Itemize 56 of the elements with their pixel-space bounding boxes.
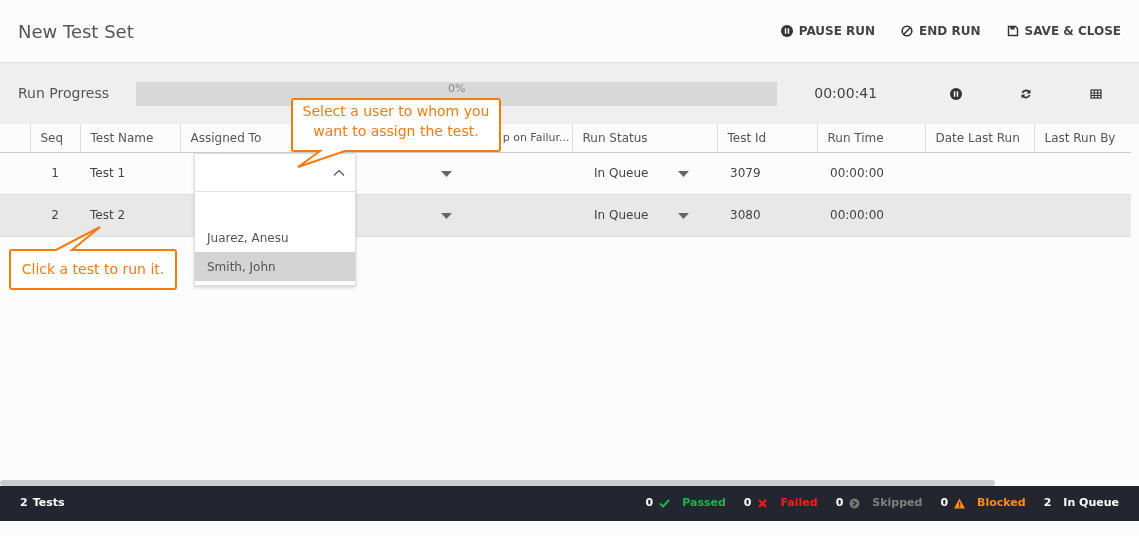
callout-tooltip: Click a test to run it. [8, 224, 178, 291]
stat-count: 0 [940, 495, 949, 512]
action-button[interactable]: PAUSE RUN [780, 22, 876, 40]
user-dropdown[interactable]: Juarez, Anesu Smith, John [194, 153, 356, 286]
dropdown-option[interactable]: Juarez, Anesu [195, 223, 355, 252]
table-cell: 1 [30, 152, 80, 194]
stat-count: 0 [743, 495, 752, 512]
column-header[interactable]: Date Last Run [925, 124, 1034, 152]
scrollbar[interactable] [0, 480, 995, 486]
stat-count: 2 [1043, 495, 1052, 512]
table-cell: 3079 [717, 152, 817, 194]
stat-label: Passed [682, 495, 726, 512]
pause-icon[interactable] [950, 87, 962, 100]
dropdown-caret-icon[interactable] [678, 170, 690, 177]
column-header[interactable]: Test Name [80, 124, 180, 152]
table-cell: 00:00:00 [817, 194, 925, 236]
cross-icon [757, 498, 769, 509]
run-status: In Queue [594, 208, 649, 222]
callout-tooltip: Select a user to whom you want to assign the test. [290, 97, 502, 169]
action-button[interactable]: END RUN [901, 22, 981, 40]
stat-label: Skipped [872, 495, 923, 512]
check-icon [659, 498, 671, 509]
test-name: Test 1 [80, 152, 180, 194]
test-count: 2 [20, 495, 28, 512]
progress-label: Run Progress [18, 84, 111, 103]
dropdown-caret-icon[interactable] [441, 170, 452, 177]
stat-count: 0 [835, 495, 844, 512]
pause-icon [780, 25, 793, 37]
arrow-circle-icon [849, 498, 861, 509]
elapsed-time: 00:00:41 [814, 84, 879, 103]
stop-icon [901, 25, 914, 37]
stat-label: In Queue [1063, 495, 1119, 512]
column-header[interactable]: Test Id [717, 124, 817, 152]
column-header[interactable]: Seq [30, 124, 80, 152]
table-cell: 3080 [717, 194, 817, 236]
table-cell: 2 [30, 194, 80, 236]
column-header[interactable]: Last Run By [1034, 124, 1131, 152]
test-name: Test 2 [80, 194, 180, 236]
warning-icon [954, 498, 966, 509]
chevron-up-icon[interactable] [333, 169, 345, 176]
refresh-icon[interactable] [1020, 87, 1032, 100]
dropdown-caret-icon[interactable] [678, 212, 690, 219]
column-header[interactable]: Run Time [817, 124, 925, 152]
table-cell: 00:00:00 [817, 152, 925, 194]
stat-label: Blocked [977, 495, 1026, 512]
save-icon [1006, 25, 1019, 37]
run-status: In Queue [594, 166, 649, 180]
dropdown-caret-icon[interactable] [441, 212, 452, 219]
grid-icon[interactable] [1090, 87, 1102, 100]
window-title: New Test Set [18, 19, 135, 44]
action-button[interactable]: SAVE & CLOSE [1006, 22, 1121, 40]
column-header[interactable]: Run Status [572, 124, 717, 152]
dropdown-option[interactable]: Smith, John [195, 252, 355, 281]
tests-label: Tests [32, 495, 65, 512]
stat-count: 0 [645, 495, 654, 512]
stat-label: Failed [780, 495, 818, 512]
